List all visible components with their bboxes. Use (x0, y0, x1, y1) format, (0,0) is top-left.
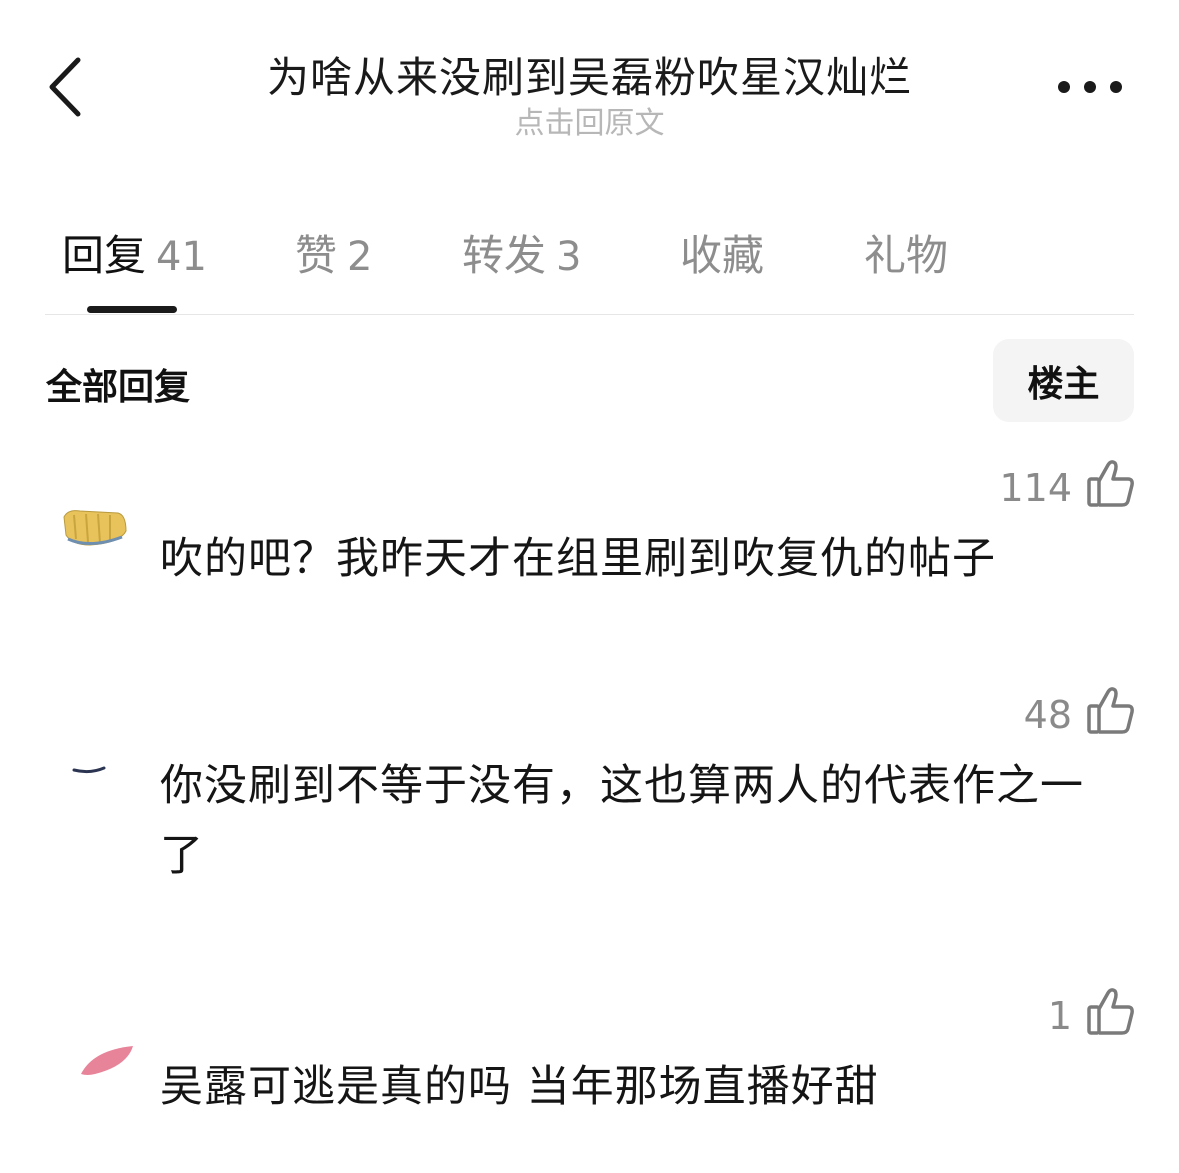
tab-label: 收藏 (680, 231, 765, 280)
like-button[interactable] (1086, 985, 1136, 1037)
like-button[interactable] (1086, 457, 1136, 509)
avatar[interactable] (60, 722, 130, 777)
like-count: 1 (1047, 994, 1072, 1038)
tabs-divider (45, 314, 1134, 315)
thumbs-up-icon (1087, 988, 1134, 1035)
tab-label: 回复 (62, 231, 147, 280)
active-tab-indicator (87, 306, 177, 313)
tab-count: 41 (156, 234, 207, 280)
thumbs-up-icon (1087, 687, 1134, 734)
back-to-original-link[interactable]: 点击回原文 (0, 98, 1179, 142)
tab-replies[interactable]: 回复 41 (62, 222, 207, 283)
like-count: 114 (999, 466, 1072, 510)
tab-gifts[interactable]: 礼物 (864, 222, 948, 283)
like-count: 48 (1023, 693, 1072, 737)
more-horizontal-icon (1058, 81, 1122, 93)
comment-text: 吹的吧？我昨天才在组里刷到吹复仇的帖子 (160, 534, 996, 584)
op-only-filter-button[interactable]: 楼主 (993, 339, 1134, 422)
tab-favorites[interactable]: 收藏 (680, 222, 764, 283)
like-button[interactable] (1086, 684, 1136, 736)
tab-count: 2 (347, 234, 373, 280)
post-title[interactable]: 为啥从来没刷到吴磊粉吹星汉灿烂 (0, 44, 1179, 105)
tab-label: 礼物 (864, 231, 949, 280)
all-replies-heading: 全部回复 (46, 367, 191, 408)
more-button[interactable] (1050, 72, 1130, 102)
tab-label: 转发 (462, 231, 547, 280)
tab-reposts[interactable]: 转发 3 (462, 222, 581, 283)
comment-text: 吴露可逃是真的吗 当年那场直播好甜 (160, 1062, 879, 1112)
avatar[interactable] (60, 505, 130, 550)
tab-count: 3 (556, 234, 582, 280)
comment-text: 你没刷到不等于没有，这也算两人的代表作之一了 (160, 761, 1084, 881)
tab-likes[interactable]: 赞2 (295, 222, 372, 283)
thumbs-up-icon (1087, 460, 1134, 507)
tab-label: 赞 (295, 231, 338, 280)
avatar[interactable] (75, 1040, 140, 1080)
